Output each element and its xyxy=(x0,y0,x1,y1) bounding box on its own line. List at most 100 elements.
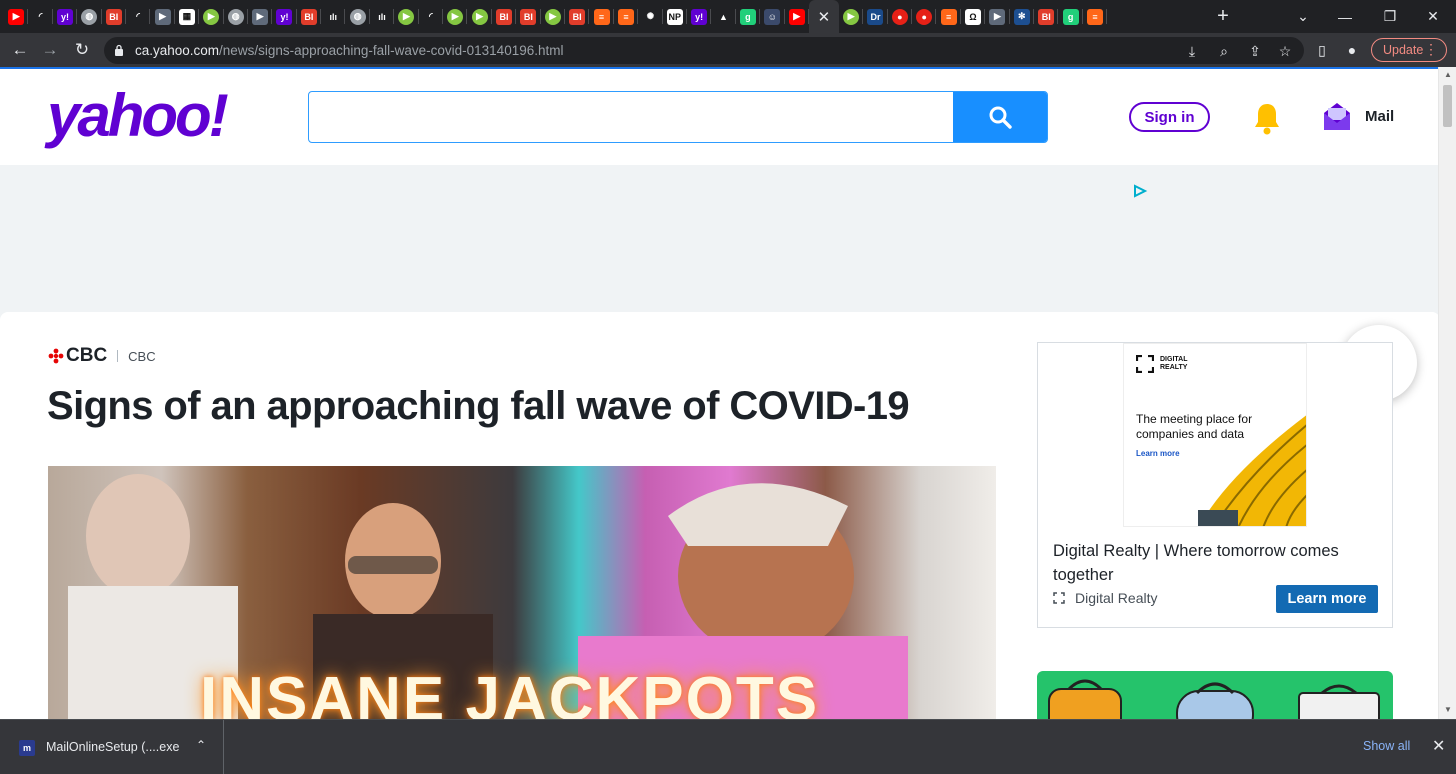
update-button[interactable]: Update ⋮ xyxy=(1371,38,1447,62)
ad-learn-more-link[interactable]: Learn more xyxy=(1136,449,1180,458)
browser-toolbar: ← → ↻ ca.yahoo.com/news/signs-approachin… xyxy=(0,33,1456,67)
forward-button[interactable]: → xyxy=(38,38,62,62)
cbc-logo[interactable]: CBC xyxy=(48,345,107,367)
browser-tab[interactable]: ◜ xyxy=(419,0,444,33)
browser-tab[interactable]: ≡ xyxy=(614,0,639,33)
page-scrollbar[interactable]: ▲ ▼ xyxy=(1438,67,1456,719)
sign-in-label: Sign in xyxy=(1144,108,1195,126)
business-insider-icon: BI xyxy=(105,8,122,25)
profile-button[interactable]: ● xyxy=(1342,40,1362,60)
browser-tab[interactable]: ▶ xyxy=(443,0,468,33)
browser-tab[interactable]: ✻ xyxy=(1010,0,1035,33)
browser-tab[interactable]: g xyxy=(736,0,761,33)
minimize-button[interactable]: — xyxy=(1322,0,1368,33)
browser-tab[interactable]: ▦ xyxy=(175,0,200,33)
browser-tab[interactable]: ▶ xyxy=(248,0,273,33)
side-panel-button[interactable]: ▯ xyxy=(1312,40,1332,60)
mail-link[interactable]: Mail xyxy=(1365,108,1394,125)
tab-search-button[interactable]: ⌄ xyxy=(1280,0,1326,33)
browser-tab[interactable]: ▶ xyxy=(199,0,224,33)
epoch-icon: Ω xyxy=(965,8,982,25)
share-button[interactable]: ⇪ xyxy=(1245,41,1265,61)
browser-tab[interactable]: ▲ xyxy=(711,0,737,33)
scroll-down-icon[interactable]: ▼ xyxy=(1443,705,1453,715)
browser-tab[interactable]: ▶ xyxy=(4,0,29,33)
browser-tab[interactable]: ≡ xyxy=(1083,0,1108,33)
bookmark-button[interactable]: ☆ xyxy=(1275,41,1295,61)
browser-tab[interactable]: ◜ xyxy=(126,0,151,33)
search-input[interactable] xyxy=(309,92,953,142)
browser-tab[interactable]: ● xyxy=(912,0,937,33)
browser-tab[interactable]: BI xyxy=(1034,0,1059,33)
close-tab-icon[interactable]: ✕ xyxy=(818,8,831,26)
video-player[interactable]: INSANE JACKPOTS xyxy=(48,466,996,719)
bell-icon[interactable] xyxy=(1251,101,1283,137)
show-all-downloads-button[interactable]: Show all xyxy=(1363,739,1410,753)
browser-tab[interactable]: ☺ xyxy=(760,0,785,33)
back-button[interactable]: ← xyxy=(8,38,32,62)
yahoo-header: yahoo! Sign in Mail xyxy=(0,69,1438,165)
active-tab[interactable]: ✕ xyxy=(808,0,839,33)
sign-in-button[interactable]: Sign in xyxy=(1129,102,1210,132)
browser-tab[interactable]: ≡ xyxy=(589,0,615,33)
new-tab-button[interactable]: + xyxy=(1212,5,1234,27)
zoom-button[interactable]: ⌕ xyxy=(1214,41,1234,61)
article-headline: Signs of an approaching fall wave of COV… xyxy=(47,384,910,428)
browser-tab[interactable]: g xyxy=(1058,0,1084,33)
chevron-down-icon: ⌄ xyxy=(1297,8,1309,24)
close-download-bar-button[interactable]: ✕ xyxy=(1432,736,1445,756)
search-button[interactable] xyxy=(953,92,1047,142)
reload-button[interactable]: ↻ xyxy=(70,38,94,62)
sponsored-ad-card[interactable]: DIGITAL REALTY The meeting place for com… xyxy=(1037,342,1393,628)
browser-tab[interactable]: Dr xyxy=(863,0,889,33)
browser-tab[interactable]: BI xyxy=(102,0,127,33)
browser-tab[interactable]: y! xyxy=(53,0,78,33)
browser-tab[interactable]: ✺ xyxy=(638,0,663,33)
browser-tab[interactable]: ▶ xyxy=(785,0,810,33)
browser-tab[interactable]: ▶ xyxy=(985,0,1011,33)
scroll-up-icon[interactable]: ▲ xyxy=(1443,70,1453,80)
adchoices-icon[interactable] xyxy=(1131,184,1149,198)
rumble-icon: ▶ xyxy=(471,8,488,25)
browser-tab[interactable]: ılı xyxy=(370,0,395,33)
browser-tab[interactable]: y! xyxy=(272,0,298,33)
browser-tab[interactable]: ◍ xyxy=(77,0,102,33)
browser-tab[interactable]: ▶ xyxy=(467,0,493,33)
digital-realty-icon xyxy=(1136,355,1154,373)
close-window-button[interactable]: ✕ xyxy=(1410,0,1456,33)
restore-button[interactable]: ❐ xyxy=(1367,0,1413,33)
browser-tab[interactable]: ▶ xyxy=(150,0,176,33)
browser-tab[interactable]: ◍ xyxy=(345,0,371,33)
browser-tab[interactable]: ▶ xyxy=(541,0,566,33)
business-insider-icon: BI xyxy=(569,8,586,25)
browser-tab[interactable]: BI xyxy=(516,0,541,33)
browser-tab[interactable]: Ω xyxy=(961,0,986,33)
browser-tab[interactable]: ▶ xyxy=(839,0,864,33)
ad-brand-logo: DIGITAL REALTY xyxy=(1136,355,1187,373)
mail-icon[interactable] xyxy=(1322,102,1352,132)
browser-tab[interactable]: ≡ xyxy=(936,0,962,33)
ad-creative[interactable]: DIGITAL REALTY The meeting place for com… xyxy=(1123,343,1307,527)
browser-tab[interactable]: BI xyxy=(297,0,322,33)
browser-tab[interactable]: ◜ xyxy=(28,0,54,33)
browser-tab[interactable]: NP xyxy=(663,0,688,33)
address-bar[interactable]: ca.yahoo.com/news/signs-approaching-fall… xyxy=(104,37,1304,64)
browser-tab[interactable]: ılı xyxy=(321,0,346,33)
install-app-button[interactable]: ⤓ xyxy=(1182,41,1202,61)
bars-icon: ılı xyxy=(325,8,342,25)
ad-title[interactable]: Digital Realty | Where tomorrow comes to… xyxy=(1053,539,1383,587)
browser-tab[interactable]: y! xyxy=(687,0,712,33)
ad-learn-more-button[interactable]: Learn more xyxy=(1276,585,1378,613)
browser-tab[interactable]: BI xyxy=(565,0,590,33)
second-ad-banner[interactable] xyxy=(1037,671,1393,719)
download-item[interactable]: m MailOnlineSetup (....exe ⌃ xyxy=(0,720,224,774)
download-file-name: MailOnlineSetup (....exe xyxy=(46,740,180,754)
browser-tab[interactable]: BI xyxy=(492,0,517,33)
download-bar: m MailOnlineSetup (....exe ⌃ Show all ✕ xyxy=(0,719,1456,774)
browser-tab[interactable]: ● xyxy=(888,0,913,33)
chevron-up-icon[interactable]: ⌃ xyxy=(196,738,206,752)
scroll-thumb[interactable] xyxy=(1443,85,1452,127)
browser-tab[interactable]: ▶ xyxy=(394,0,420,33)
browser-tab[interactable]: ◍ xyxy=(224,0,249,33)
yahoo-logo[interactable]: yahoo! xyxy=(47,81,229,150)
